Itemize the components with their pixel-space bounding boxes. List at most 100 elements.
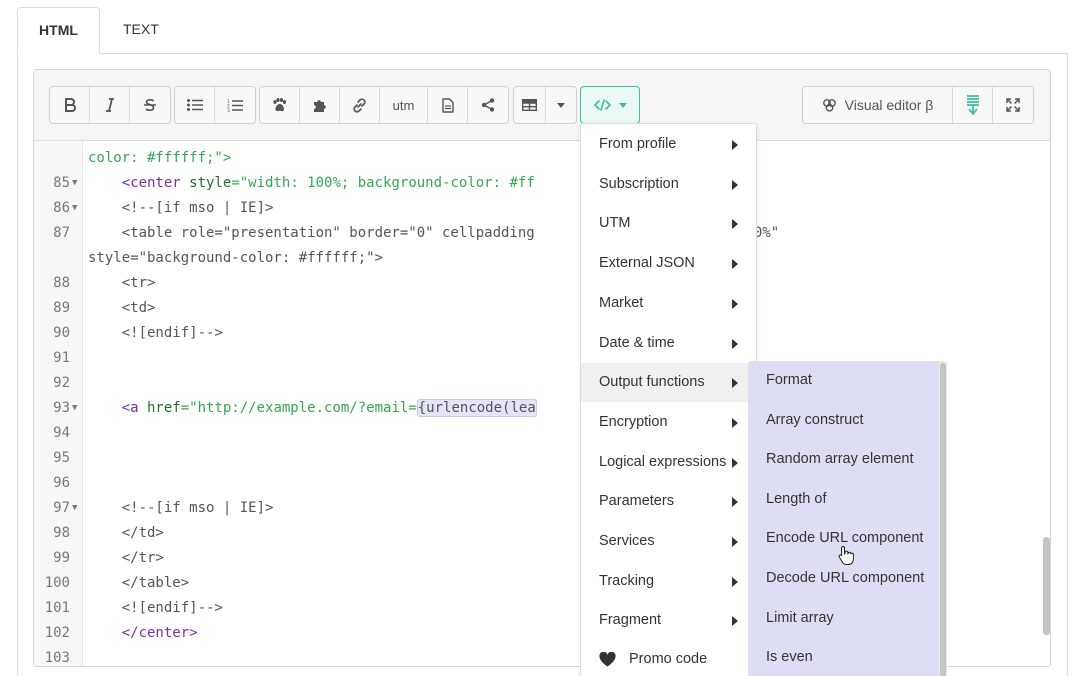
code-text: <td>	[88, 300, 156, 316]
table-button[interactable]	[514, 87, 546, 123]
tab-html[interactable]: HTML	[17, 7, 100, 54]
output-functions-submenu: Format Array construct Random array elemen…	[748, 361, 947, 676]
italic-button[interactable]	[90, 87, 130, 123]
chevron-down-icon	[618, 102, 627, 108]
numbered-list-button[interactable]: 123	[215, 87, 255, 123]
code-line[interactable]: 86 ▼ <!--[if mso | IE]>	[34, 196, 1034, 221]
utm-button[interactable]: utm	[380, 87, 428, 123]
code-text: <tr>	[88, 275, 156, 291]
line-number: 91	[53, 350, 70, 366]
share-icon	[481, 98, 495, 112]
table-icon	[522, 99, 537, 111]
line-number: 100	[44, 575, 70, 591]
visual-editor-button[interactable]: Visual editor β	[803, 87, 953, 123]
code-line[interactable]: 87 <table role="presentation" border="0"…	[34, 221, 1034, 246]
line-number: 89	[53, 300, 70, 316]
menu-item-label: Output functions	[599, 374, 705, 391]
line-number: 85	[53, 175, 70, 191]
menu-item-promo-code[interactable]: Promo code	[581, 640, 756, 676]
paw-button[interactable]	[260, 87, 300, 123]
bold-button[interactable]	[50, 87, 90, 123]
menu-item-output-functions[interactable]: Output functions	[581, 363, 756, 403]
submenu-item-length-of[interactable]: Length of	[748, 480, 938, 519]
submenu-item-is-even[interactable]: Is even	[748, 638, 938, 676]
menu-item-services[interactable]: Services	[581, 522, 756, 561]
submenu-item-random-array-element[interactable]: Random array element	[748, 440, 938, 479]
fold-toggle-icon[interactable]: ▼	[72, 196, 77, 221]
file-button[interactable]	[428, 87, 468, 123]
submenu-item-limit-array[interactable]: Limit array	[748, 599, 938, 638]
code-text: <!--[if mso | IE]>	[88, 500, 274, 516]
view-group: Visual editor β	[802, 86, 1034, 124]
code-line[interactable]: style="background-color: #ffffff;">	[34, 246, 1034, 271]
line-number: 102	[44, 625, 70, 641]
bullet-list-button[interactable]	[175, 87, 215, 123]
caret-right-icon	[732, 537, 738, 547]
menu-item-market[interactable]: Market	[581, 284, 756, 323]
code-line[interactable]: color: #ffffff;">	[34, 146, 1034, 171]
menu-item-from-profile[interactable]: From profile	[581, 125, 756, 164]
code-icon	[593, 99, 611, 111]
editor-scroll-thumb[interactable]	[1043, 537, 1050, 635]
caret-right-icon	[732, 457, 738, 468]
caret-right-icon	[732, 417, 738, 428]
menu-item-label: UTM	[599, 215, 631, 232]
code-line[interactable]: 88 <tr>	[34, 271, 1034, 296]
fold-toggle-icon[interactable]: ▼	[72, 171, 77, 196]
table-dropdown-button[interactable]	[546, 87, 576, 123]
chevron-down-icon	[557, 102, 565, 108]
code-line[interactable]: 89 <td>	[34, 296, 1034, 321]
menu-item-label: Services	[599, 533, 655, 549]
line-number: 101	[44, 600, 70, 616]
code-line[interactable]: 90 <![endif]-->	[34, 321, 1034, 346]
submenu-scroll-thumb[interactable]	[940, 363, 946, 676]
submenu-scrollbar[interactable]	[939, 361, 947, 676]
line-number: 98	[53, 525, 70, 541]
code-text: <!--[if mso | IE]>	[88, 200, 274, 216]
code-snippet-button[interactable]	[580, 86, 640, 124]
code-text: style="background-color: #ffffff;">	[88, 250, 384, 266]
list-group: 123	[174, 86, 256, 124]
code-text: </center>	[88, 625, 198, 641]
code-line[interactable]: 85 ▼ <center style="width: 100%; backgrou…	[34, 171, 1034, 196]
submenu-item-array-construct[interactable]: Array construct	[748, 401, 938, 440]
code-text: </tr>	[88, 550, 164, 566]
fold-toggle-icon[interactable]: ▼	[72, 496, 77, 521]
menu-item-encryption[interactable]: Encryption	[581, 403, 756, 442]
menu-item-utm[interactable]: UTM	[581, 204, 756, 243]
menu-item-label: Tracking	[599, 572, 655, 589]
menu-item-parameters[interactable]: Parameters	[581, 482, 756, 521]
tab-text[interactable]: TEXT	[123, 7, 159, 54]
puzzle-button[interactable]	[300, 87, 340, 123]
menu-item-subscription[interactable]: Subscription	[581, 165, 756, 204]
strikethrough-button[interactable]	[130, 87, 170, 123]
menu-item-label: Date & time	[599, 334, 675, 351]
menu-item-fragment[interactable]: Fragment	[581, 601, 756, 640]
link-button[interactable]	[340, 87, 380, 123]
share-button[interactable]	[468, 87, 508, 123]
menu-item-external-json[interactable]: External JSON	[581, 244, 756, 283]
menu-item-label: From profile	[599, 136, 677, 152]
puzzle-icon	[313, 100, 326, 112]
caret-right-icon	[732, 616, 738, 627]
format-group	[49, 86, 171, 124]
download-button[interactable]	[953, 87, 993, 123]
caret-right-icon	[732, 576, 738, 587]
editor-scrollbar[interactable]	[1043, 141, 1050, 666]
line-number: 88	[53, 275, 70, 291]
menu-item-logical-expressions[interactable]: Logical expressions	[581, 443, 756, 482]
fullscreen-button[interactable]	[993, 87, 1033, 123]
caret-right-icon	[732, 378, 738, 389]
fold-toggle-icon[interactable]: ▼	[72, 396, 77, 421]
menu-item-date-time[interactable]: Date & time	[581, 324, 756, 363]
caret-right-icon	[732, 497, 738, 508]
menu-item-tracking[interactable]: Tracking	[581, 562, 756, 601]
code-text: <![endif]-->	[88, 600, 223, 616]
italic-icon	[105, 98, 114, 112]
palette-icon	[822, 98, 836, 112]
hand-cursor-icon	[838, 545, 854, 565]
line-number: 92	[53, 375, 70, 391]
menu-item-label: Parameters	[599, 493, 674, 510]
caret-right-icon	[732, 298, 738, 309]
submenu-item-format[interactable]: Format	[748, 361, 938, 400]
